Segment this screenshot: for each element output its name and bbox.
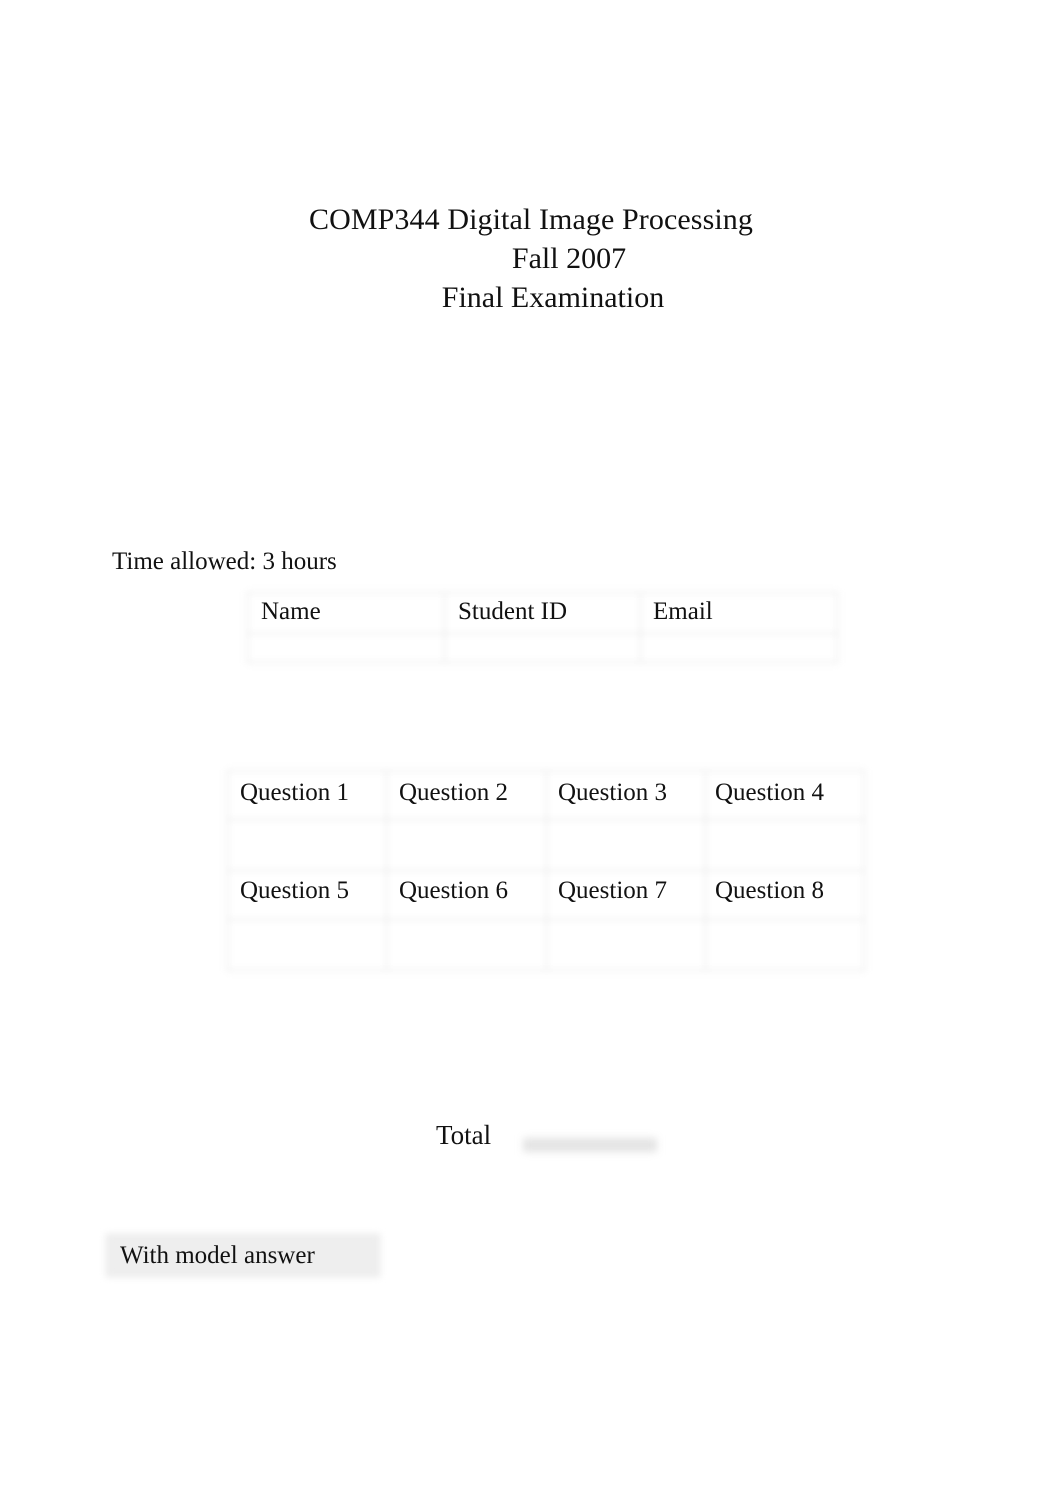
time-allowed-text: Time allowed: 3 hours — [112, 548, 337, 575]
model-answer-label: With model answer — [120, 1242, 315, 1269]
title-line-term: Fall 2007 — [511, 242, 627, 275]
question-score-cell-7[interactable] — [545, 919, 706, 971]
question-header-cell-3 — [545, 770, 706, 820]
info-value-cell-student-id[interactable] — [443, 633, 642, 663]
question-header-cell-5 — [226, 870, 388, 920]
title-line-course: COMP344 Digital Image Processing — [308, 203, 753, 236]
table-row-questions-5-8-headers — [226, 870, 866, 920]
student-info-table — [247, 592, 838, 663]
info-value-cell-name[interactable] — [247, 633, 445, 663]
title-line-exam: Final Examination — [441, 281, 665, 314]
info-header-cell-name — [247, 592, 445, 634]
question-score-cell-1[interactable] — [226, 819, 388, 871]
question-score-cell-5[interactable] — [226, 919, 388, 971]
page-title: COMP344 Digital Image Processing Fall 20… — [0, 200, 1062, 317]
total-label: Total — [436, 1120, 492, 1150]
question-score-cell-3[interactable] — [545, 819, 706, 871]
question-header-cell-8 — [704, 870, 866, 920]
questions-score-table — [226, 770, 866, 971]
table-row-questions-5-8-scores — [226, 919, 866, 971]
table-row-info-values — [247, 633, 838, 663]
table-row-questions-1-4-headers — [226, 770, 866, 820]
total-value-rule[interactable] — [523, 1138, 657, 1152]
question-header-cell-6 — [386, 870, 547, 920]
exam-cover-page: COMP344 Digital Image Processing Fall 20… — [0, 0, 1062, 1506]
table-row-info-headers — [247, 592, 838, 634]
table-row-questions-1-4-scores — [226, 819, 866, 871]
question-score-cell-8[interactable] — [704, 919, 866, 971]
info-value-cell-email[interactable] — [640, 633, 838, 663]
info-header-cell-email — [640, 592, 838, 634]
question-score-cell-4[interactable] — [704, 819, 866, 871]
info-header-cell-student-id — [443, 592, 642, 634]
question-score-cell-6[interactable] — [386, 919, 547, 971]
question-header-cell-1 — [226, 770, 388, 820]
question-header-cell-2 — [386, 770, 547, 820]
question-header-cell-4 — [704, 770, 866, 820]
question-score-cell-2[interactable] — [386, 819, 547, 871]
question-header-cell-7 — [545, 870, 706, 920]
